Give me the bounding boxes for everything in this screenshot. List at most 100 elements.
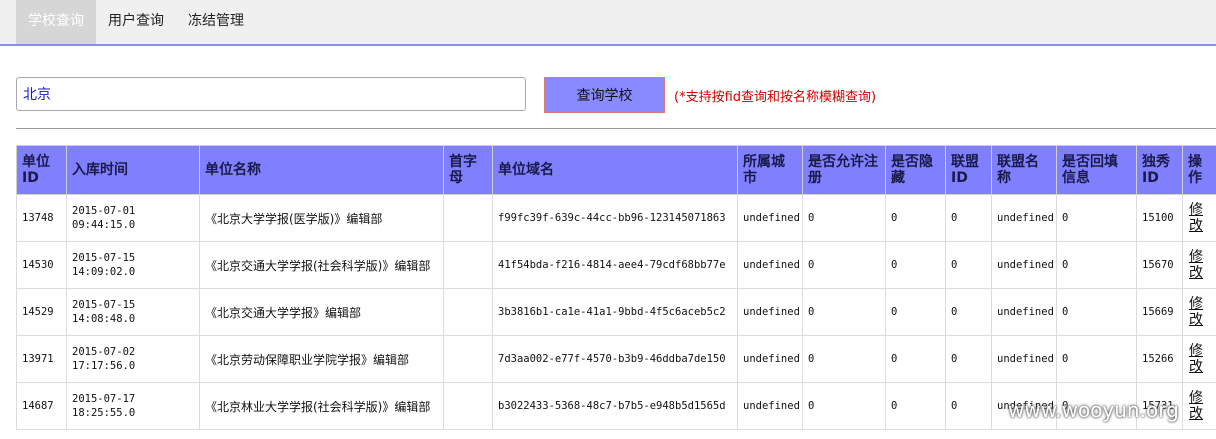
initial-cell <box>443 194 493 242</box>
search-input[interactable] <box>16 77 526 111</box>
edit-link[interactable]: 修改 <box>1189 390 1205 422</box>
tab-user-query[interactable]: 用户查询 <box>96 0 176 44</box>
col-city-header: 所属城市 <box>737 145 803 195</box>
duxiu-id-cell: 15266 <box>1136 335 1183 383</box>
edit-link[interactable]: 修改 <box>1189 296 1205 328</box>
unit-id-cell: 14529 <box>16 288 67 336</box>
table-row: 14530 2015-07-15 14:09:02.0 《北京交通大学学报(社会科学版… <box>16 241 1216 289</box>
alliance-id-cell: 0 <box>945 288 992 336</box>
col-unit-id-header: 单位ID <box>16 145 67 195</box>
entry-time-cell: 2015-07-02 17:17:56.0 <box>66 335 200 383</box>
alliance-name-cell: undefined <box>991 335 1057 383</box>
tab-freeze-management[interactable]: 冻结管理 <box>176 0 256 44</box>
alliance-name-cell: undefined <box>991 288 1057 336</box>
unit-name-cell: 《北京交通大学学报》编辑部 <box>199 288 444 336</box>
initial-cell <box>443 288 493 336</box>
entry-date: 2015-07-15 <box>72 252 136 264</box>
action-cell: 修改 <box>1182 288 1216 336</box>
unit-name-cell: 《北京交通大学学报(社会科学版)》编辑部 <box>199 241 444 289</box>
alliance-id-cell: 0 <box>945 194 992 242</box>
col-allow-register-header: 是否允许注册 <box>802 145 886 195</box>
unit-domain-cell: f99fc39f-639c-44cc-bb96-123145071863 <box>492 194 738 242</box>
initial-cell <box>443 382 493 430</box>
wooyun-watermark: www.wooyun.org <box>1008 398 1179 422</box>
col-hidden-header: 是否隐藏 <box>885 145 946 195</box>
tab-school-query[interactable]: 学校查询 <box>16 0 96 44</box>
allow-register-cell: 0 <box>802 241 886 289</box>
backfill-cell: 0 <box>1056 288 1137 336</box>
entry-clock: 18:25:55.0 <box>72 407 136 419</box>
hidden-cell: 0 <box>885 382 946 430</box>
entry-date: 2015-07-15 <box>72 299 136 311</box>
table-row: 13971 2015-07-02 17:17:56.0 《北京劳动保障职业学院学报》编… <box>16 335 1216 383</box>
col-backfill-header: 是否回填信息 <box>1056 145 1137 195</box>
entry-time-cell: 2015-07-15 14:09:02.0 <box>66 241 200 289</box>
initial-cell <box>443 241 493 289</box>
allow-register-cell: 0 <box>802 194 886 242</box>
edit-link[interactable]: 修改 <box>1189 343 1205 375</box>
entry-clock: 09:44:15.0 <box>72 219 136 231</box>
entry-time-cell: 2015-07-17 18:25:55.0 <box>66 382 200 430</box>
duxiu-id-cell: 15670 <box>1136 241 1183 289</box>
top-nav: 学校查询 用户查询 冻结管理 <box>0 0 1216 46</box>
entry-clock: 14:08:48.0 <box>72 313 136 325</box>
divider <box>16 128 1216 129</box>
query-school-button[interactable]: 查询学校 <box>544 77 665 113</box>
unit-id-cell: 13748 <box>16 194 67 242</box>
action-cell: 修改 <box>1182 335 1216 383</box>
hidden-cell: 0 <box>885 194 946 242</box>
col-unit-name-header: 单位名称 <box>199 145 444 195</box>
edit-link[interactable]: 修改 <box>1189 202 1205 234</box>
action-cell: 修改 <box>1182 194 1216 242</box>
backfill-cell: 0 <box>1056 194 1137 242</box>
alliance-id-cell: 0 <box>945 382 992 430</box>
unit-id-cell: 14687 <box>16 382 67 430</box>
table-header: 单位ID 入库时间 单位名称 首字母 单位域名 所属城市 是否允许注册 是否隐藏 联盟ID 联盟名… <box>16 145 1216 195</box>
entry-date: 2015-07-17 <box>72 393 136 405</box>
alliance-name-cell: undefined <box>991 241 1057 289</box>
allow-register-cell: 0 <box>802 288 886 336</box>
unit-id-cell: 13971 <box>16 335 67 383</box>
unit-domain-cell: 7d3aa002-e77f-4570-b3b9-46ddba7de150 <box>492 335 738 383</box>
col-duxiu-id-header: 独秀ID <box>1136 145 1183 195</box>
unit-name-cell: 《北京劳动保障职业学院学报》编辑部 <box>199 335 444 383</box>
city-cell: undefined <box>737 335 803 383</box>
backfill-cell: 0 <box>1056 335 1137 383</box>
entry-clock: 14:09:02.0 <box>72 266 136 278</box>
col-action-header: 操作 <box>1182 145 1216 195</box>
col-alliance-name-header: 联盟名称 <box>991 145 1057 195</box>
unit-domain-cell: 41f54bda-f216-4814-aee4-79cdf68bb77e <box>492 241 738 289</box>
city-cell: undefined <box>737 194 803 242</box>
allow-register-cell: 0 <box>802 335 886 383</box>
table-row: 13748 2015-07-01 09:44:15.0 《北京大学学报(医学版)》编辑… <box>16 194 1216 242</box>
hidden-cell: 0 <box>885 335 946 383</box>
unit-id-cell: 14530 <box>16 241 67 289</box>
col-unit-domain-header: 单位域名 <box>492 145 738 195</box>
table-row: 14529 2015-07-15 14:08:48.0 《北京交通大学学报》编辑部 3b… <box>16 288 1216 336</box>
search-hint: (*支持按fid查询和按名称模糊查询) <box>674 90 877 105</box>
action-cell: 修改 <box>1182 382 1216 430</box>
col-alliance-id-header: 联盟ID <box>945 145 992 195</box>
alliance-id-cell: 0 <box>945 241 992 289</box>
col-initial-header: 首字母 <box>443 145 493 195</box>
city-cell: undefined <box>737 241 803 289</box>
unit-domain-cell: 3b3816b1-ca1e-41a1-9bbd-4f5c6aceb5c2 <box>492 288 738 336</box>
duxiu-id-cell: 15669 <box>1136 288 1183 336</box>
entry-time-cell: 2015-07-15 14:08:48.0 <box>66 288 200 336</box>
alliance-name-cell: undefined <box>991 194 1057 242</box>
backfill-cell: 0 <box>1056 241 1137 289</box>
school-table: 单位ID 入库时间 单位名称 首字母 单位域名 所属城市 是否允许注册 是否隐藏 联盟ID 联盟名… <box>16 145 1216 430</box>
initial-cell <box>443 335 493 383</box>
edit-link[interactable]: 修改 <box>1189 249 1205 281</box>
city-cell: undefined <box>737 288 803 336</box>
action-cell: 修改 <box>1182 241 1216 289</box>
unit-name-cell: 《北京大学学报(医学版)》编辑部 <box>199 194 444 242</box>
entry-clock: 17:17:56.0 <box>72 360 136 372</box>
city-cell: undefined <box>737 382 803 430</box>
allow-register-cell: 0 <box>802 382 886 430</box>
unit-name-cell: 《北京林业大学学报(社会科学版)》编辑部 <box>199 382 444 430</box>
col-entry-time-header: 入库时间 <box>66 145 200 195</box>
hidden-cell: 0 <box>885 288 946 336</box>
alliance-id-cell: 0 <box>945 335 992 383</box>
hidden-cell: 0 <box>885 241 946 289</box>
